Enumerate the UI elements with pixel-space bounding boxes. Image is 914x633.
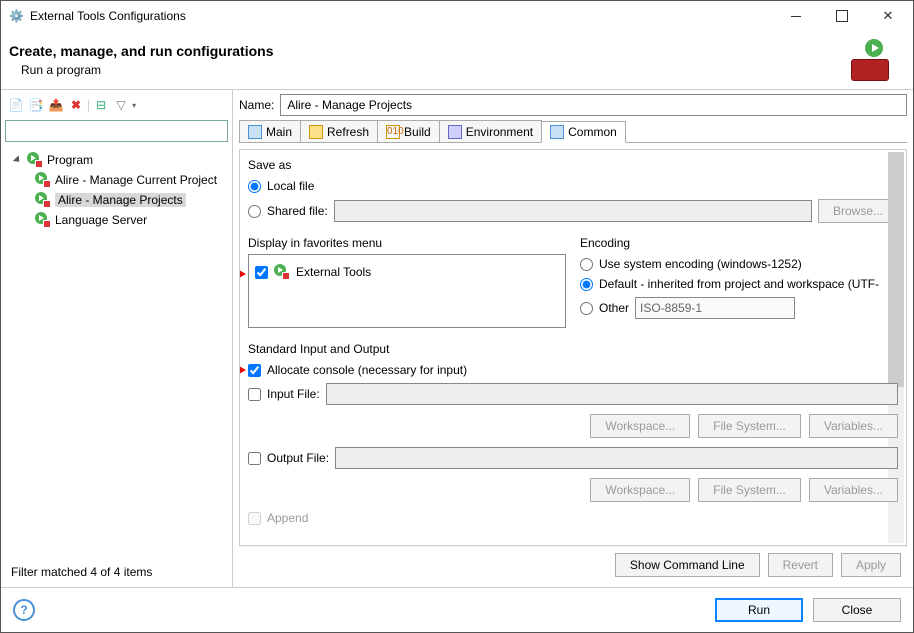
output-file-path-input: [335, 447, 898, 469]
program-icon: [274, 264, 290, 280]
tree-item[interactable]: Alire - Manage Projects: [5, 190, 228, 210]
window-titlebar: ⚙️ External Tools Configurations: [1, 1, 913, 31]
input-file-check[interactable]: Input File:: [248, 387, 320, 401]
save-as-local-radio[interactable]: Local file: [248, 176, 898, 196]
tree-root-label: Program: [47, 153, 93, 167]
delete-config-button[interactable]: ✖: [67, 96, 85, 114]
input-variables-button: Variables...: [809, 414, 898, 438]
new-config-button[interactable]: 📄: [7, 96, 25, 114]
tab-bar: Main Refresh 010Build Environment Common: [239, 120, 907, 143]
tree-item[interactable]: Language Server: [5, 210, 228, 230]
app-icon: ⚙️: [9, 9, 24, 23]
program-icon: [35, 212, 51, 228]
encoding-other-radio[interactable]: Other: [580, 294, 898, 322]
refresh-tab-icon: [309, 125, 323, 139]
build-tab-icon: 010: [386, 125, 400, 139]
allocate-console-check[interactable]: Allocate console (necessary for input): [248, 360, 898, 380]
revert-button: Revert: [768, 553, 833, 577]
name-label: Name:: [239, 98, 274, 112]
window-title: External Tools Configurations: [30, 9, 773, 23]
output-workspace-button: Workspace...: [590, 478, 690, 502]
tab-main[interactable]: Main: [239, 120, 301, 142]
filter-button[interactable]: ▽: [112, 96, 130, 114]
output-file-check[interactable]: Output File:: [248, 451, 329, 465]
run-icon: [865, 39, 883, 57]
tree-item-label: Alire - Manage Current Project: [55, 173, 217, 187]
toolbox-icon: [851, 59, 889, 81]
dialog-footer: ? Run Close: [1, 587, 913, 632]
save-as-heading: Save as: [248, 158, 898, 172]
program-icon: [35, 172, 51, 188]
stdio-heading: Standard Input and Output: [248, 342, 898, 356]
duplicate-config-button[interactable]: 📑: [27, 96, 45, 114]
filter-text-input[interactable]: [5, 120, 228, 142]
window-maximize-button[interactable]: [819, 1, 865, 31]
filter-status: Filter matched 4 of 4 items: [5, 561, 228, 583]
header-subtitle: Run a program: [21, 63, 851, 77]
header-title: Create, manage, and run configurations: [9, 43, 851, 59]
main-tab-icon: [248, 125, 262, 139]
output-variables-button: Variables...: [809, 478, 898, 502]
tree-root-program[interactable]: Program: [5, 150, 228, 170]
program-icon: [27, 152, 43, 168]
environment-tab-icon: [448, 125, 462, 139]
tab-content-common: Save as Local file Shared file: Browse..…: [239, 149, 907, 546]
browse-button: Browse...: [818, 199, 898, 223]
config-action-buttons: Show Command Line Revert Apply: [239, 546, 907, 583]
encoding-heading: Encoding: [580, 236, 898, 250]
header-decoration: [851, 39, 897, 81]
append-check: Append: [248, 508, 898, 528]
input-file-path-input: [326, 383, 898, 405]
tree-item[interactable]: Alire - Manage Current Project: [5, 170, 228, 190]
export-config-button[interactable]: 📤: [47, 96, 65, 114]
program-icon: [35, 192, 51, 208]
encoding-other-select: [635, 297, 795, 319]
annotation-arrow-icon: [239, 262, 246, 286]
favorites-list[interactable]: External Tools: [248, 254, 566, 328]
favorites-external-tools-check[interactable]: External Tools: [255, 261, 559, 283]
input-workspace-button: Workspace...: [590, 414, 690, 438]
favorites-heading: Display in favorites menu: [248, 236, 566, 250]
show-command-line-button[interactable]: Show Command Line: [615, 553, 760, 577]
tree-item-label: Alire - Manage Projects: [55, 193, 186, 207]
output-filesystem-button: File System...: [698, 478, 801, 502]
window-close-button[interactable]: [865, 1, 911, 31]
tab-environment[interactable]: Environment: [439, 120, 542, 142]
encoding-default-radio[interactable]: Default - inherited from project and wor…: [580, 274, 898, 294]
window-minimize-button[interactable]: [773, 1, 819, 31]
right-panel: Name: Main Refresh 010Build Environment …: [233, 90, 913, 587]
collapse-all-button[interactable]: ⊟: [92, 96, 110, 114]
encoding-system-radio[interactable]: Use system encoding (windows-1252): [580, 254, 898, 274]
left-panel: 📄 📑 📤 ✖ | ⊟ ▽ ▾ Program Alire - Manage C…: [1, 90, 233, 587]
annotation-arrow-icon: [239, 358, 246, 382]
common-tab-icon: [550, 125, 564, 139]
config-tree[interactable]: Program Alire - Manage Current Project A…: [5, 146, 228, 557]
shared-file-path-input: [334, 200, 812, 222]
run-button[interactable]: Run: [715, 598, 803, 622]
tab-build[interactable]: 010Build: [377, 120, 440, 142]
input-filesystem-button: File System...: [698, 414, 801, 438]
tab-common[interactable]: Common: [541, 121, 626, 143]
apply-button: Apply: [841, 553, 901, 577]
name-input[interactable]: [280, 94, 907, 116]
help-button[interactable]: ?: [13, 599, 35, 621]
config-toolbar: 📄 📑 📤 ✖ | ⊟ ▽ ▾: [5, 94, 228, 116]
tree-item-label: Language Server: [55, 213, 147, 227]
tab-refresh[interactable]: Refresh: [300, 120, 378, 142]
close-button[interactable]: Close: [813, 598, 901, 622]
save-as-shared-radio[interactable]: Shared file:: [248, 204, 328, 218]
dialog-header: Create, manage, and run configurations R…: [1, 31, 913, 89]
expand-icon[interactable]: [11, 154, 23, 166]
